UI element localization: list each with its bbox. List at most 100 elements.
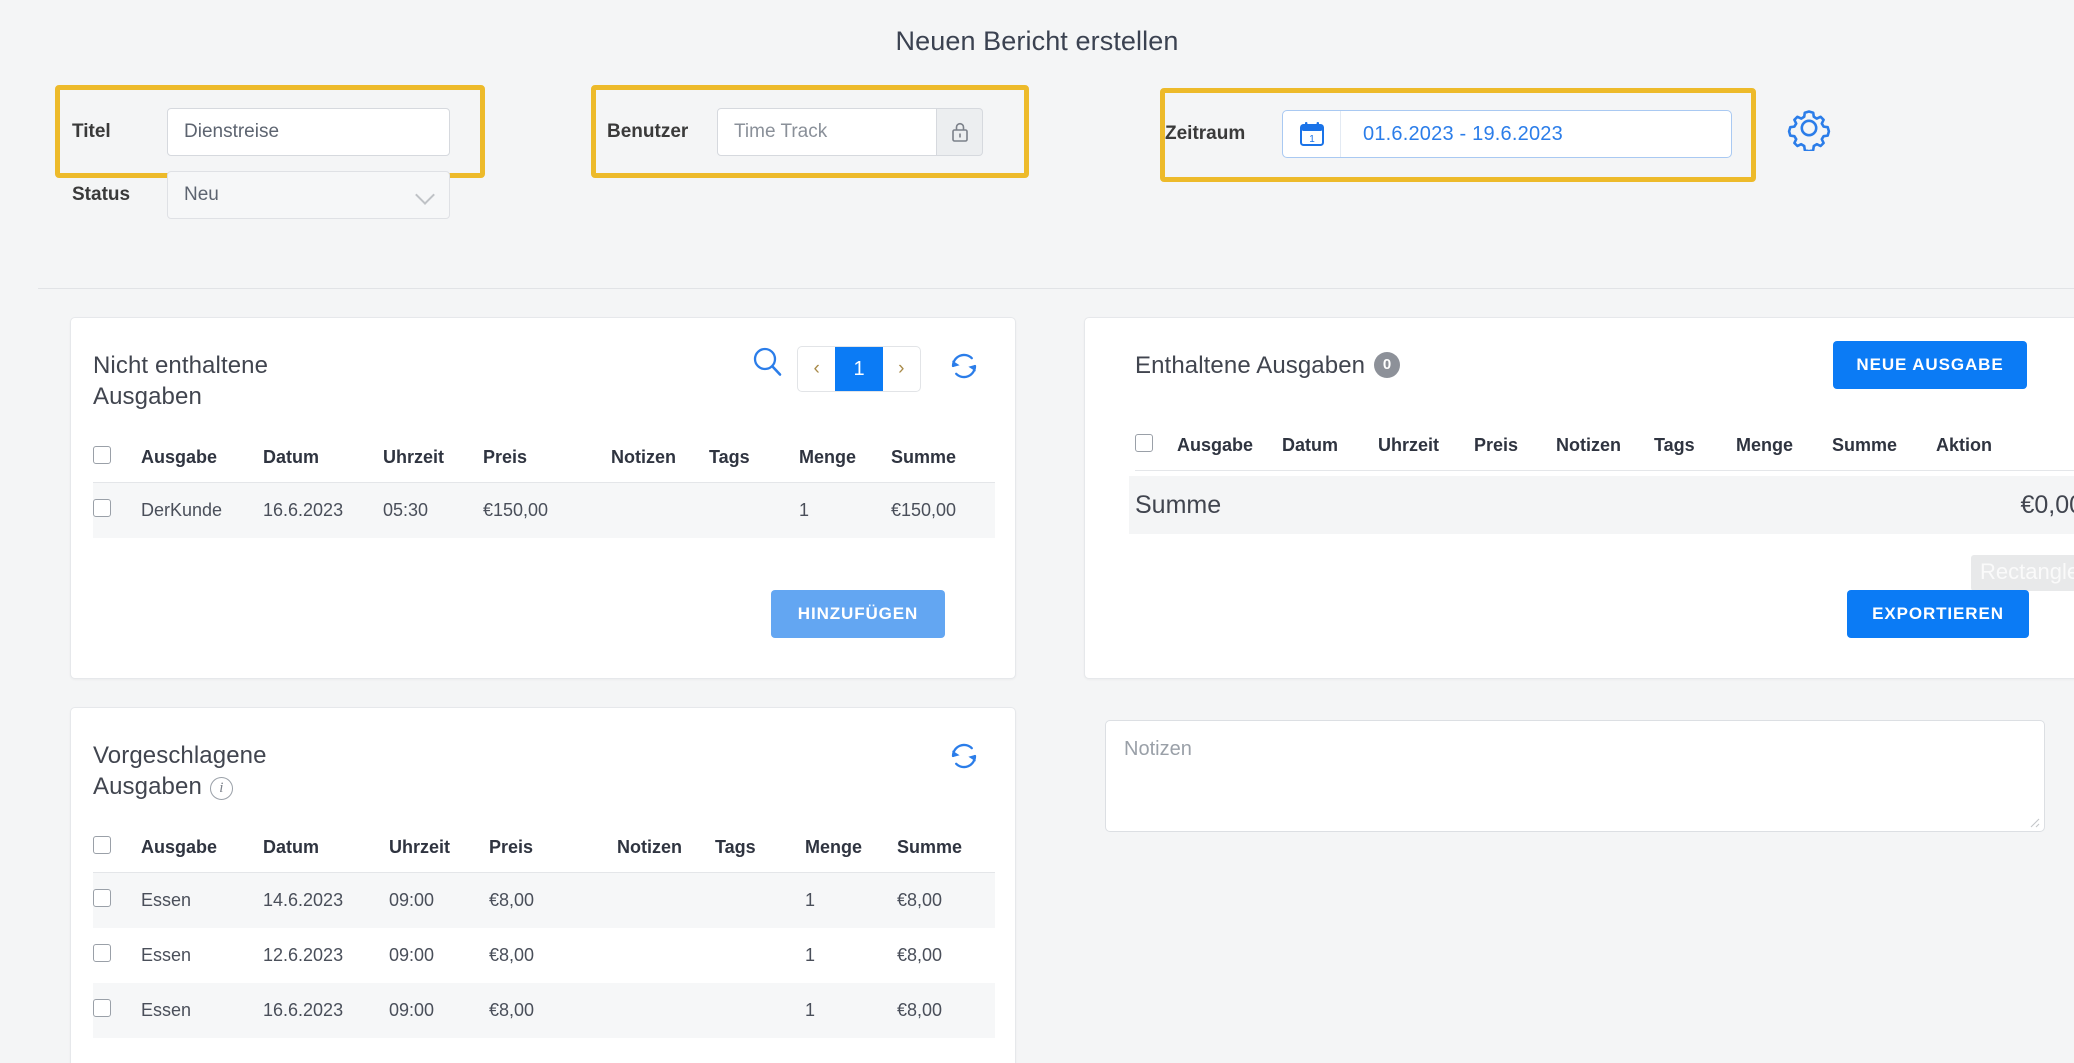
cell-ausgabe: Essen xyxy=(141,928,263,983)
calendar-icon-cell[interactable]: 1 xyxy=(1283,111,1341,157)
select-all-checkbox[interactable] xyxy=(93,836,111,854)
cell-datum: 12.6.2023 xyxy=(263,928,389,983)
refresh-icon[interactable] xyxy=(944,736,984,776)
card-title-line1: Vorgeschlagene xyxy=(93,741,267,772)
card-title-text: Enthaltene Ausgaben xyxy=(1135,352,1365,379)
col-ausgabe[interactable]: Ausgabe xyxy=(141,836,263,873)
col-tags[interactable]: Tags xyxy=(715,836,805,873)
card-title-not-included: Nicht enthaltene Ausgaben xyxy=(93,351,268,412)
cell-datum: 16.6.2023 xyxy=(263,983,389,1038)
cell-menge: 1 xyxy=(805,928,897,983)
table-row[interactable]: Essen 12.6.2023 09:00 €8,00 1 €8,00 xyxy=(93,928,995,983)
col-aktion[interactable]: Aktion xyxy=(1936,434,2074,471)
cell-uhrzeit: 09:00 xyxy=(389,928,489,983)
col-summe[interactable]: Summe xyxy=(1832,434,1936,471)
col-uhrzeit[interactable]: Uhrzeit xyxy=(389,836,489,873)
col-preis[interactable]: Preis xyxy=(1474,434,1556,471)
table-row[interactable]: Essen 16.6.2023 09:00 €8,00 1 €8,00 xyxy=(93,983,995,1038)
select-all-checkbox[interactable] xyxy=(1135,434,1153,452)
table-head: Ausgabe Datum Uhrzeit Preis Notizen Tags… xyxy=(1135,434,2074,471)
cell-summe: €8,00 xyxy=(897,983,995,1038)
cell-menge: 1 xyxy=(805,983,897,1038)
col-ausgabe[interactable]: Ausgabe xyxy=(1177,434,1282,471)
benutzer-input[interactable]: Time Track xyxy=(717,108,937,156)
table-row[interactable]: DerKunde 16.6.2023 05:30 €150,00 1 €150,… xyxy=(93,483,995,539)
pagination-prev[interactable]: ‹ xyxy=(798,347,835,391)
pagination-current-page[interactable]: 1 xyxy=(835,347,882,391)
col-summe[interactable]: Summe xyxy=(897,836,995,873)
field-status: Status Neu xyxy=(72,171,450,219)
field-titel: Titel Dienstreise xyxy=(72,108,450,156)
gear-icon xyxy=(1786,105,1832,151)
table-row[interactable]: Essen 14.6.2023 09:00 €8,00 1 €8,00 xyxy=(93,873,995,929)
row-checkbox[interactable] xyxy=(93,889,111,907)
cell-tags xyxy=(715,928,805,983)
refresh-icon[interactable] xyxy=(944,346,984,386)
cell-tags xyxy=(715,983,805,1038)
titel-input[interactable]: Dienstreise xyxy=(167,108,450,156)
col-tags[interactable]: Tags xyxy=(709,446,799,483)
zeitraum-value: 01.6.2023 - 19.6.2023 xyxy=(1341,123,1585,146)
cell-ausgabe: Essen xyxy=(141,983,263,1038)
cell-notizen xyxy=(617,928,715,983)
col-preis[interactable]: Preis xyxy=(483,446,611,483)
table-header-row: Ausgabe Datum Uhrzeit Preis Notizen Tags… xyxy=(1135,434,2074,471)
info-icon[interactable]: i xyxy=(210,777,233,800)
page-title: Neuen Bericht erstellen xyxy=(0,26,2074,57)
col-preis[interactable]: Preis xyxy=(489,836,617,873)
col-notizen[interactable]: Notizen xyxy=(611,446,709,483)
row-checkbox-cell[interactable] xyxy=(93,873,141,929)
cell-ausgabe: DerKunde xyxy=(141,483,263,539)
col-menge[interactable]: Menge xyxy=(1736,434,1832,471)
col-notizen[interactable]: Notizen xyxy=(617,836,715,873)
col-menge[interactable]: Menge xyxy=(805,836,897,873)
row-checkbox[interactable] xyxy=(93,944,111,962)
cell-tags xyxy=(709,483,799,539)
col-uhrzeit[interactable]: Uhrzeit xyxy=(383,446,483,483)
col-notizen[interactable]: Notizen xyxy=(1556,434,1654,471)
new-expense-button[interactable]: NEUE AUSGABE xyxy=(1833,341,2027,389)
card-title-line2: Ausgaben xyxy=(93,773,202,800)
card-title-suggested: Vorgeschlagene Ausgaben i xyxy=(93,741,267,802)
row-checkbox[interactable] xyxy=(93,999,111,1017)
col-ausgabe[interactable]: Ausgabe xyxy=(141,446,263,483)
calendar-day-number: 1 xyxy=(1309,134,1315,145)
table-header-row: Ausgabe Datum Uhrzeit Preis Notizen Tags… xyxy=(93,836,995,873)
select-all-header[interactable] xyxy=(1135,434,1177,471)
pagination[interactable]: ‹ 1 › xyxy=(797,346,921,392)
col-menge[interactable]: Menge xyxy=(799,446,891,483)
col-uhrzeit[interactable]: Uhrzeit xyxy=(1378,434,1474,471)
select-all-header[interactable] xyxy=(93,836,141,873)
resize-grip-icon[interactable] xyxy=(2026,814,2040,828)
notes-textarea[interactable]: Notizen xyxy=(1105,720,2045,832)
table-included: Ausgabe Datum Uhrzeit Preis Notizen Tags… xyxy=(1135,434,2074,471)
field-benutzer: Benutzer Time Track xyxy=(607,108,983,156)
add-button[interactable]: HINZUFÜGEN xyxy=(771,590,945,638)
select-all-header[interactable] xyxy=(93,446,141,483)
row-checkbox-cell[interactable] xyxy=(93,928,141,983)
row-checkbox-cell[interactable] xyxy=(93,983,141,1038)
report-form: Titel Dienstreise Status Neu Benutzer Ti… xyxy=(0,100,2074,288)
status-select[interactable]: Neu xyxy=(167,171,450,219)
lock-icon xyxy=(949,120,971,144)
card-included-expenses: Enthaltene Ausgaben 0 NEUE AUSGABE Ausgab… xyxy=(1084,317,2074,679)
report-settings-button[interactable] xyxy=(1786,105,1832,156)
col-summe[interactable]: Summe xyxy=(891,446,995,483)
col-datum[interactable]: Datum xyxy=(1282,434,1378,471)
select-all-checkbox[interactable] xyxy=(93,446,111,464)
benutzer-lock-button[interactable] xyxy=(937,108,983,156)
cell-datum: 14.6.2023 xyxy=(263,873,389,929)
zeitraum-daterange-input[interactable]: 1 01.6.2023 - 19.6.2023 xyxy=(1282,110,1732,158)
table-head: Ausgabe Datum Uhrzeit Preis Notizen Tags… xyxy=(93,836,995,873)
export-button[interactable]: EXPORTIEREN xyxy=(1847,590,2029,638)
col-datum[interactable]: Datum xyxy=(263,446,383,483)
included-count-badge: 0 xyxy=(1374,352,1400,378)
row-checkbox[interactable] xyxy=(93,499,111,517)
col-tags[interactable]: Tags xyxy=(1654,434,1736,471)
search-icon[interactable] xyxy=(748,343,788,383)
cell-summe: €8,00 xyxy=(897,873,995,929)
pagination-next[interactable]: › xyxy=(883,347,920,391)
cell-notizen xyxy=(617,873,715,929)
col-datum[interactable]: Datum xyxy=(263,836,389,873)
row-checkbox-cell[interactable] xyxy=(93,483,141,539)
